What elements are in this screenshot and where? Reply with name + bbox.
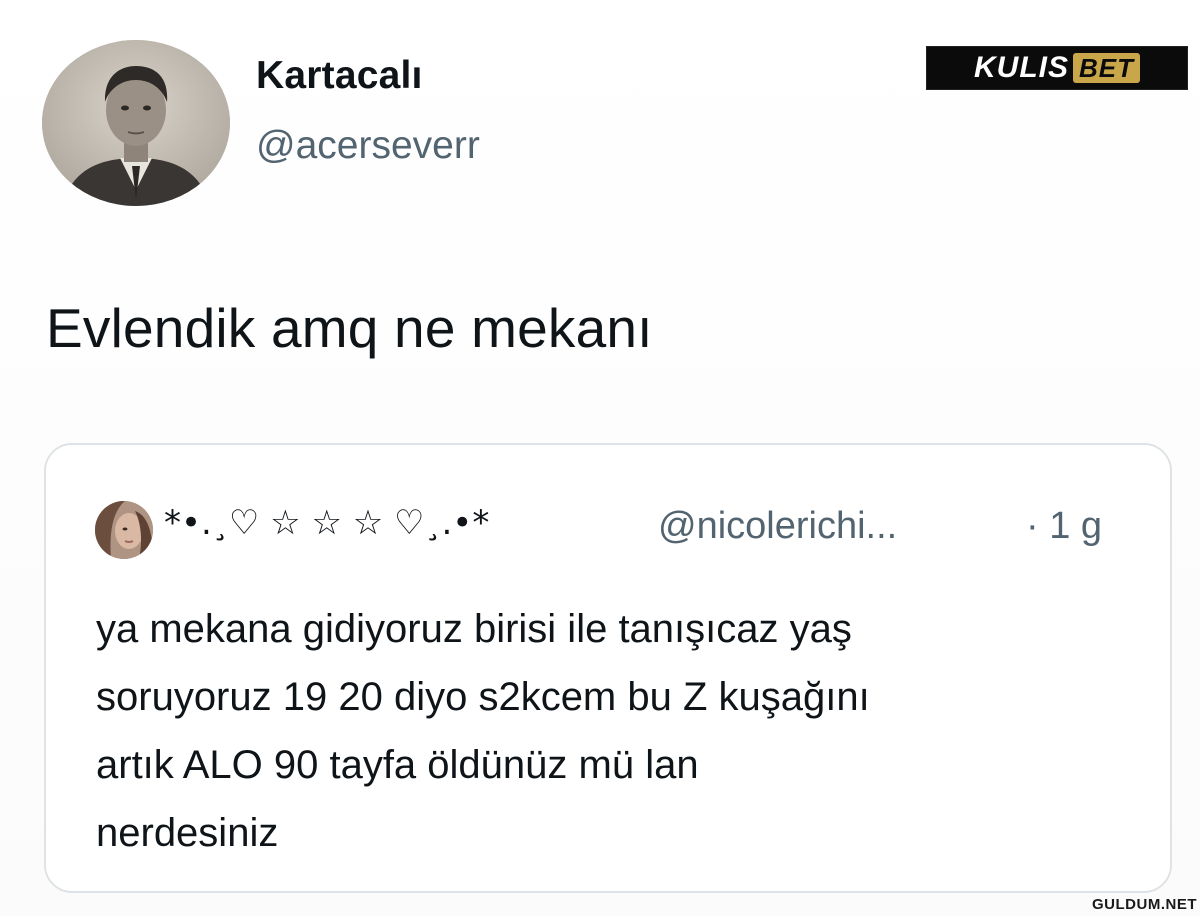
- quoted-display-name[interactable]: *•.¸♡ ☆ ☆ ☆ ♡¸.•*: [164, 503, 489, 543]
- profile-photo-icon: [95, 501, 153, 559]
- quoted-text-line: soruyoruz 19 20 diyo s2kcem bu Z kuşağın…: [96, 675, 870, 719]
- quoted-timestamp[interactable]: · 1 g: [1026, 505, 1102, 548]
- author-display-name[interactable]: Kartacalı: [256, 54, 423, 98]
- quoted-text-line: artık ALO 90 tayfa öldünüz mü lan: [96, 743, 699, 787]
- brand-logo: KULIS BET: [926, 46, 1188, 90]
- brand-name-part2: BET: [1073, 53, 1140, 83]
- quoted-tweet-text: ya mekana gidiyoruz birisi ile tanışıcaz…: [96, 595, 1136, 867]
- author-avatar[interactable]: [42, 40, 230, 206]
- author-handle[interactable]: @acerseverr: [256, 124, 480, 168]
- brand-name-part1: KULIS: [974, 51, 1069, 84]
- quoted-tweet-card[interactable]: *•.¸♡ ☆ ☆ ☆ ♡¸.•* @nicolerichi... · 1 g …: [44, 443, 1172, 893]
- tweet-text: Evlendik amq ne mekanı: [46, 297, 653, 359]
- site-watermark: GULDUM.NET: [1092, 896, 1197, 913]
- tweet-screenshot: Kartacalı @acerseverr KULIS BET Evlendik…: [0, 0, 1200, 916]
- quoted-handle[interactable]: @nicolerichi...: [658, 505, 897, 548]
- quoted-text-line: ya mekana gidiyoruz birisi ile tanışıcaz…: [96, 607, 852, 651]
- quoted-text-line: nerdesiniz: [96, 811, 279, 855]
- portrait-icon: [42, 40, 230, 206]
- quoted-avatar[interactable]: [95, 501, 153, 559]
